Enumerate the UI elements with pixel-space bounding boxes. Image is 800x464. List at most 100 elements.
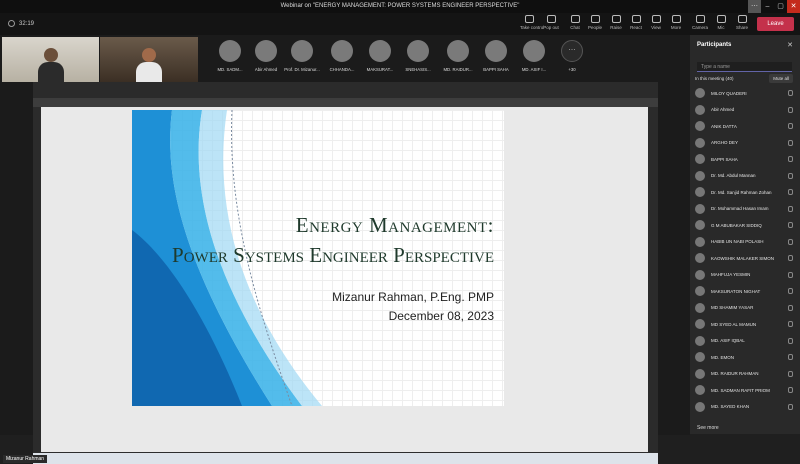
participant-name: Dr. Md. Abdul Mannan — [711, 173, 756, 179]
participant-list-item[interactable]: ANIK DATTA — [695, 118, 795, 135]
people-button[interactable]: People — [586, 15, 604, 30]
participant-list-item[interactable]: KAOWSHIK MALAKER SIMON — [695, 250, 795, 267]
participant-list-item[interactable]: HABIB UN NABI POLASH — [695, 234, 795, 251]
hand-icon — [611, 15, 621, 23]
slide-date: December 08, 2023 — [388, 309, 494, 323]
mic-muted-icon — [788, 156, 793, 163]
avatar — [219, 40, 241, 62]
avatar — [695, 335, 705, 346]
participant-name: MD SYED AL MAMUN — [711, 321, 757, 327]
overflow-participants-tile[interactable]: ⋯ +30 — [554, 38, 590, 80]
raise-hand-button[interactable]: Raise — [607, 15, 625, 30]
avatar — [695, 352, 705, 363]
leave-button[interactable]: Leave — [757, 17, 794, 31]
participant-list-item[interactable]: Dr. Md. Abdul Mannan — [695, 168, 795, 185]
react-icon — [631, 15, 641, 23]
avatar — [695, 220, 705, 231]
participant-tile[interactable]: MD. RAIDUR... — [440, 38, 476, 80]
participant-tile[interactable]: BAPPI SAHA — [478, 38, 514, 80]
mic-icon — [716, 15, 726, 23]
video-tile[interactable] — [2, 37, 99, 82]
mic-muted-icon — [788, 222, 793, 229]
meeting-timer: 32:19 — [8, 20, 34, 27]
participant-list-item[interactable]: MAHFUJA YESMIN — [695, 267, 795, 284]
share-icon — [737, 15, 747, 23]
more-button[interactable]: More — [667, 15, 685, 30]
participant-tile[interactable]: MD. ASIF I... — [516, 38, 552, 80]
avatar — [331, 40, 353, 62]
mic-muted-icon — [788, 370, 793, 377]
mic-muted-icon — [788, 288, 793, 295]
participant-list-item[interactable]: MD SYED AL MAMUN — [695, 316, 795, 333]
avatar — [695, 104, 705, 115]
avatar — [447, 40, 469, 62]
participant-list-item[interactable]: G M ABUBAKAR SIDDIQ — [695, 217, 795, 234]
participant-tile[interactable]: SNEHASIS... — [400, 38, 436, 80]
participant-list-item[interactable]: MD. ASIF IQBAL — [695, 333, 795, 350]
mic-muted-icon — [788, 238, 793, 245]
participant-tile[interactable]: MD. SADM... — [212, 38, 248, 80]
mute-all-button[interactable]: Mute all — [769, 74, 793, 83]
pop-out-button[interactable]: Pop out — [542, 15, 560, 30]
minimize-icon[interactable]: – — [761, 0, 774, 13]
avatar — [695, 88, 705, 99]
participant-list-item[interactable]: Dr. Mohammad Hasan Imam — [695, 201, 795, 218]
chat-button[interactable]: Chat — [566, 15, 584, 30]
video-tile[interactable] — [100, 37, 198, 82]
more-icon — [671, 15, 681, 23]
avatar — [695, 154, 705, 165]
powerpoint-ribbon — [33, 82, 658, 98]
participant-list-item[interactable]: MD. SAYED KHAN — [695, 399, 795, 416]
view-icon — [651, 15, 661, 23]
avatar — [695, 401, 705, 412]
window-controls: ⋯ – ▢ ✕ — [748, 0, 800, 13]
participant-list-item[interactable]: Abir Ahmed — [695, 102, 795, 119]
participant-name: KAOWSHIK MALAKER SIMON — [711, 255, 775, 261]
more-participants-icon: ⋯ — [561, 40, 583, 62]
take-control-button[interactable]: Take control — [520, 15, 544, 30]
participant-list-item[interactable]: BAPPI SAHA — [695, 151, 795, 168]
avatar — [369, 40, 391, 62]
participant-tile[interactable]: Abir Ahmed — [248, 38, 284, 80]
mic-muted-icon — [788, 354, 793, 361]
participant-list-item[interactable]: Dr. Md. Sanjid Rahman Zohan — [695, 184, 795, 201]
avatar — [523, 40, 545, 62]
participant-tile[interactable]: MAKSURAT... — [362, 38, 398, 80]
close-icon[interactable]: ✕ — [787, 41, 793, 49]
participant-list-item[interactable]: MILOY QUADERI — [695, 85, 795, 102]
participant-list-item[interactable]: ARGHO DEY — [695, 135, 795, 152]
react-button[interactable]: React — [627, 15, 645, 30]
mic-muted-icon — [788, 321, 793, 328]
maximize-icon[interactable]: ▢ — [774, 0, 787, 13]
avatar — [695, 187, 705, 198]
participant-name: MD. SADMAN RAFIT PRIOM — [711, 387, 770, 393]
close-icon[interactable]: ✕ — [787, 0, 800, 13]
section-label[interactable]: In this meeting (40) — [695, 76, 734, 81]
see-more-link[interactable]: See more — [697, 425, 719, 431]
participant-list-item[interactable]: MD. RAIDUR RAHMAN — [695, 366, 795, 383]
pointer-icon — [524, 15, 534, 23]
view-button[interactable]: View — [647, 15, 665, 30]
participant-name: G M ABUBAKAR SIDDIQ — [711, 222, 762, 228]
avatar — [485, 40, 507, 62]
participant-list-item[interactable]: MD. SADMAN RAFIT PRIOM — [695, 382, 795, 399]
participant-list-item[interactable]: MD. EMON — [695, 349, 795, 366]
participant-name: MD SHAMIM YASAR — [711, 305, 754, 311]
participant-name: Abir Ahmed — [711, 107, 735, 113]
participant-tile[interactable]: CHHANDA... — [324, 38, 360, 80]
search-input[interactable]: Type a name — [697, 62, 792, 72]
camera-button[interactable]: Camera — [691, 15, 709, 30]
participant-name: ANIK DATTA — [711, 123, 737, 129]
more-options-icon[interactable]: ⋯ — [748, 0, 761, 13]
participant-name: ARGHO DEY — [711, 140, 739, 146]
participant-list-item[interactable]: MAKSURATON NIGHAT — [695, 283, 795, 300]
mic-button[interactable]: Mic — [712, 15, 730, 30]
participant-tile[interactable]: Prof. Dr. Mizanur... — [284, 38, 320, 80]
participant-list-item[interactable]: MD SHAMIM YASAR — [695, 300, 795, 317]
share-button[interactable]: Share — [733, 15, 751, 30]
participant-video — [136, 48, 162, 82]
participant-name: MD. SAYED KHAN — [711, 404, 750, 410]
mic-muted-icon — [788, 90, 793, 97]
presentation-slide: Energy Management: Power Systems Enginee… — [132, 110, 504, 406]
chat-icon — [570, 15, 580, 23]
